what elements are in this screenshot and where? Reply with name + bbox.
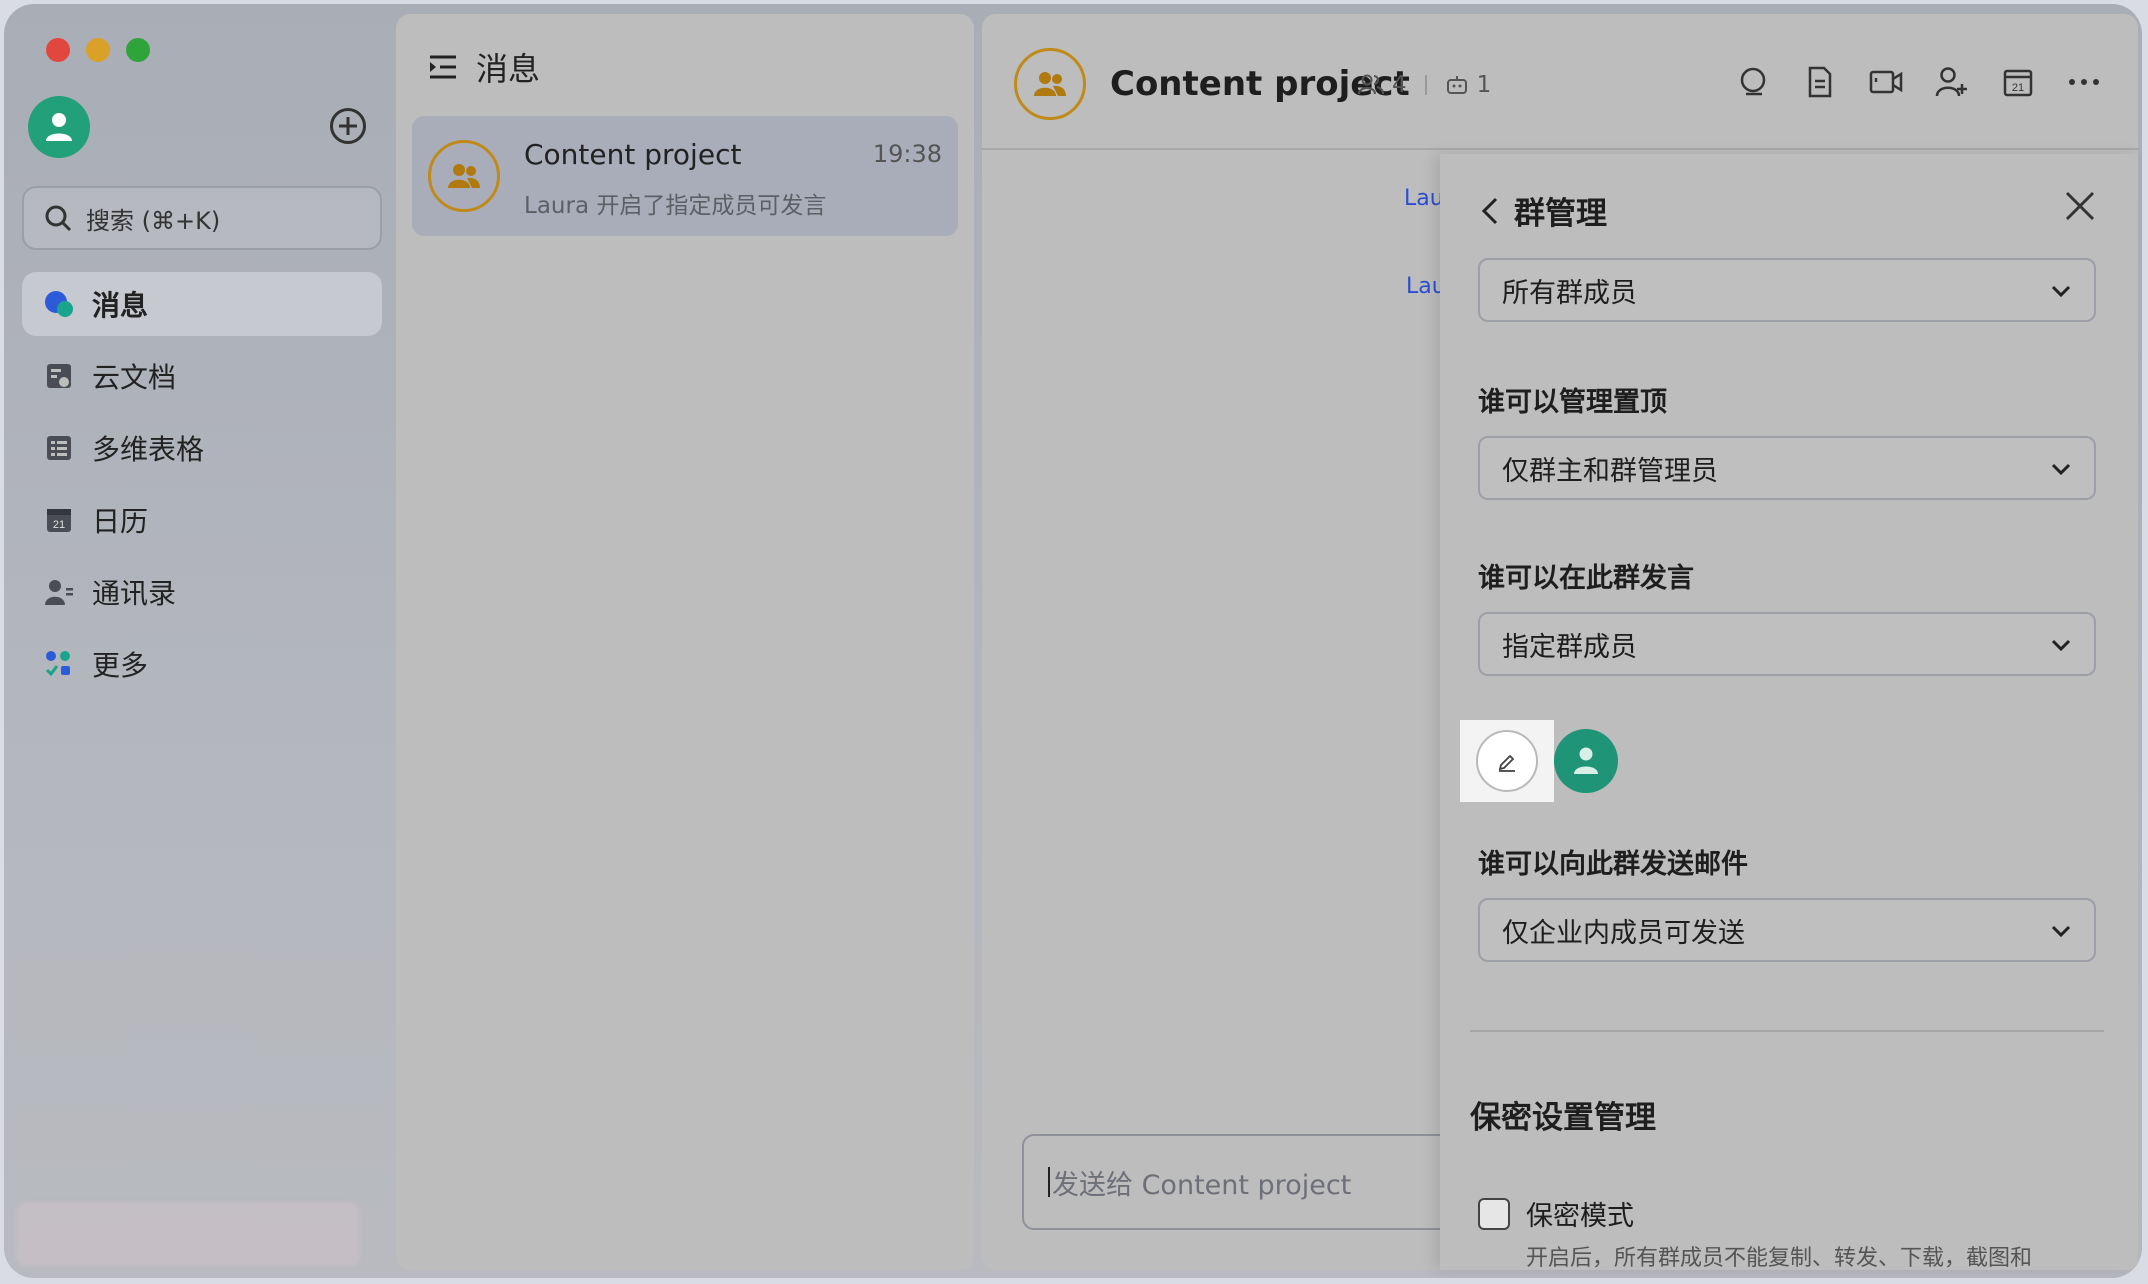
pin-permission-select[interactable]: 仅群主和群管理员 xyxy=(1478,436,2096,500)
calendar-icon[interactable]: 21 xyxy=(2000,64,2036,100)
blurred-profile-area xyxy=(16,1202,360,1266)
privacy-section-title: 保密设置管理 xyxy=(1470,1100,1656,1136)
user-avatar[interactable] xyxy=(28,96,90,158)
close-window-button[interactable] xyxy=(46,38,70,62)
first-permission-select[interactable]: 所有群成员 xyxy=(1478,258,2096,322)
edit-members-highlight xyxy=(1460,720,1554,802)
mail-permission-select[interactable]: 仅企业内成员可发送 xyxy=(1478,898,2096,962)
sidebar-item-docs[interactable]: 云文档 xyxy=(22,344,382,408)
close-icon[interactable] xyxy=(2064,190,2096,222)
add-member-icon[interactable] xyxy=(1934,64,1970,100)
messages-icon xyxy=(44,289,74,319)
meta-separator xyxy=(1424,75,1427,95)
more-icon[interactable] xyxy=(2066,64,2102,100)
contacts-icon xyxy=(44,577,74,607)
chat-name: Content project xyxy=(524,138,742,171)
chat-list-item[interactable]: Content project 19:38 Laura 开启了指定成员可发言 xyxy=(412,116,958,236)
docs-icon xyxy=(44,361,74,391)
search-icon xyxy=(45,205,72,232)
video-call-icon[interactable] xyxy=(1868,64,1904,100)
pin-permission-label: 谁可以管理置顶 xyxy=(1478,387,1667,418)
group-icon xyxy=(1034,72,1066,96)
group-icon xyxy=(448,164,480,188)
more-apps-icon xyxy=(44,649,74,679)
chat-time: 19:38 xyxy=(872,140,942,168)
chevron-down-icon xyxy=(2051,925,2071,938)
panel-title: 群管理 xyxy=(1514,196,1607,232)
sidebar-nav: 消息 云文档 多维表格 21 日历 通讯录 更多 xyxy=(22,272,382,704)
chat-list-header: 消息 xyxy=(428,44,540,90)
maximize-window-button[interactable] xyxy=(126,38,150,62)
panel-header: 群管理 xyxy=(1480,188,1607,233)
sidebar-item-label: 更多 xyxy=(92,649,149,682)
members-icon[interactable] xyxy=(1358,74,1384,96)
back-arrow-icon[interactable] xyxy=(1480,196,1500,226)
bot-icon[interactable] xyxy=(1445,74,1469,96)
minimize-window-button[interactable] xyxy=(86,38,110,62)
chat-header: Content project 4 1 21 xyxy=(982,14,2138,150)
speak-permission-select[interactable]: 指定群成员 xyxy=(1478,612,2096,676)
group-avatar xyxy=(428,140,500,212)
group-management-panel: 群管理 所有群成员 谁可以管理置顶 仅群主和群管理员 谁可以在此群发言 指定群成… xyxy=(1440,154,2138,1271)
person-icon xyxy=(1574,747,1598,774)
base-icon xyxy=(44,433,74,463)
select-value: 所有群成员 xyxy=(1502,277,1637,309)
privacy-mode-option[interactable]: 保密模式 xyxy=(1478,1194,1634,1233)
chevron-down-icon xyxy=(2051,639,2071,652)
speaker-members xyxy=(1460,720,1618,802)
text-cursor xyxy=(1048,1167,1050,1197)
sidebar-item-label: 日历 xyxy=(92,505,149,538)
mail-permission-label: 谁可以向此群发送邮件 xyxy=(1478,849,1748,880)
sidebar-item-base[interactable]: 多维表格 xyxy=(22,416,382,480)
sidebar-item-calendar[interactable]: 21 日历 xyxy=(22,488,382,552)
svg-text:21: 21 xyxy=(2012,82,2024,94)
composer-placeholder: 发送给 Content project xyxy=(1052,1169,1352,1201)
group-avatar[interactable] xyxy=(1014,48,1086,120)
calendar-icon: 21 xyxy=(44,505,74,535)
search-placeholder: 搜索 (⌘+K) xyxy=(86,206,221,235)
privacy-mode-label: 保密模式 xyxy=(1526,1201,1634,1232)
select-value: 仅企业内成员可发送 xyxy=(1502,917,1745,949)
member-count[interactable]: 4 xyxy=(1392,72,1407,98)
sidebar-item-contacts[interactable]: 通讯录 xyxy=(22,560,382,624)
member-avatar[interactable] xyxy=(1554,729,1618,793)
person-icon xyxy=(46,113,72,141)
sidebar-item-label: 消息 xyxy=(92,289,149,322)
sidebar-item-label: 多维表格 xyxy=(92,433,205,466)
select-value: 指定群成员 xyxy=(1502,631,1637,663)
chat-preview: Laura 开启了指定成员可发言 xyxy=(524,193,827,219)
sidebar-item-label: 通讯录 xyxy=(92,577,177,610)
chat-list-title: 消息 xyxy=(476,50,541,88)
section-divider xyxy=(1470,1030,2104,1032)
privacy-mode-description: 开启后，所有群成员不能复制、转发、下载，截图和 xyxy=(1526,1246,2033,1271)
search-icon[interactable] xyxy=(1736,64,1772,100)
sidebar-item-messages[interactable]: 消息 xyxy=(22,272,382,336)
speak-permission-label: 谁可以在此群发言 xyxy=(1478,563,1694,594)
chevron-down-icon xyxy=(2051,463,2071,476)
sidebar: 搜索 (⌘+K) 消息 云文档 多维表格 21 日历 通讯录 更多 xyxy=(4,4,396,1278)
edit-members-button[interactable] xyxy=(1476,730,1538,792)
app-window: 搜索 (⌘+K) 消息 云文档 多维表格 21 日历 通讯录 更多 消息 Con… xyxy=(4,4,2142,1278)
pencil-icon xyxy=(1498,754,1515,772)
chat-list-panel: 消息 Content project 19:38 Laura 开启了指定成员可发… xyxy=(396,14,974,1270)
bot-count[interactable]: 1 xyxy=(1477,72,1492,98)
plus-circle-icon[interactable] xyxy=(330,108,366,144)
collapse-list-icon[interactable] xyxy=(428,53,458,81)
chat-meta: 4 1 xyxy=(1358,72,1491,98)
privacy-mode-checkbox[interactable] xyxy=(1478,1197,1510,1230)
sidebar-item-label: 云文档 xyxy=(92,361,177,394)
sidebar-item-more[interactable]: 更多 xyxy=(22,632,382,696)
svg-text:21: 21 xyxy=(53,519,65,531)
search-input[interactable]: 搜索 (⌘+K) xyxy=(22,186,382,250)
chat-toolbar: 21 xyxy=(1736,64,2102,100)
chevron-down-icon xyxy=(2051,285,2071,298)
system-message[interactable]: Lau xyxy=(1404,186,1444,211)
select-value: 仅群主和群管理员 xyxy=(1502,455,1718,487)
document-icon[interactable] xyxy=(1802,64,1838,100)
